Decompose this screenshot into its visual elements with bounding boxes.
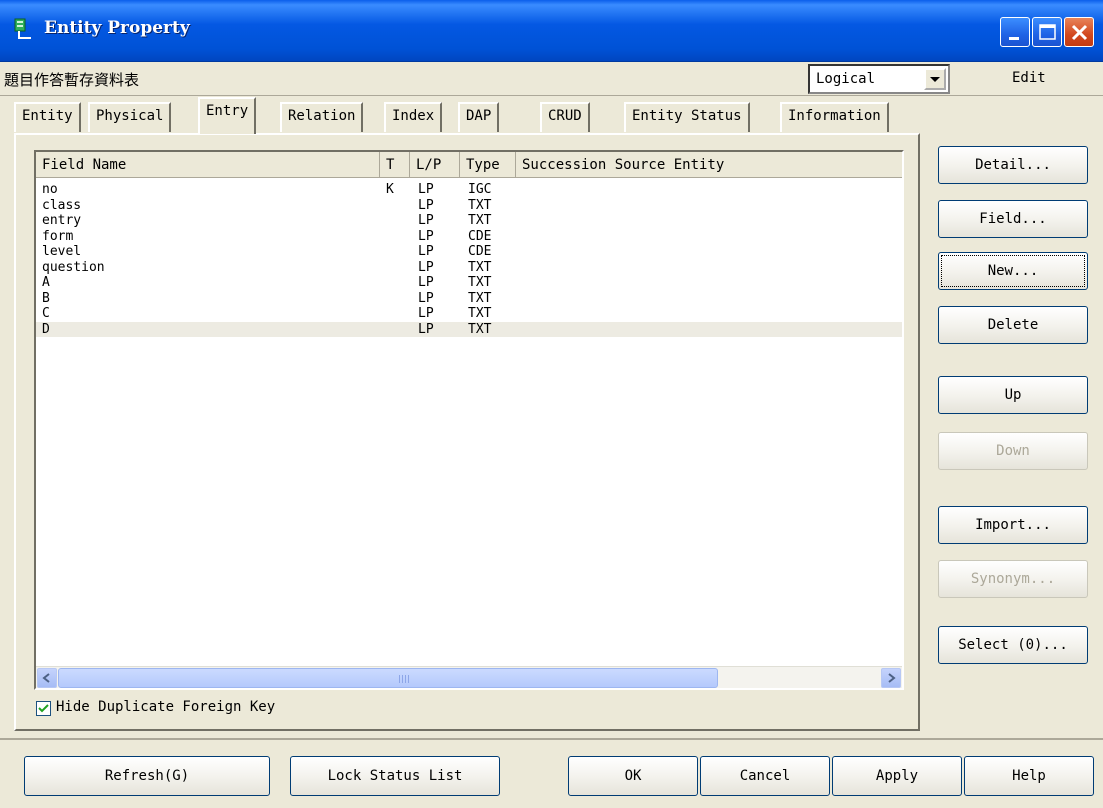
tab-crud[interactable]: CRUD: [540, 102, 590, 132]
synonym-button[interactable]: Synonym...: [938, 560, 1088, 598]
lp-cell: LP: [418, 197, 434, 213]
scroll-left-button[interactable]: [37, 668, 57, 688]
tab-index[interactable]: Index: [384, 102, 443, 132]
data-type-cell: IGC: [468, 182, 492, 197]
data-type-cell: TXT: [468, 197, 492, 213]
field-list[interactable]: Field Name T L/P Type Succession Source …: [34, 150, 904, 690]
list-header: Field Name T L/P Type Succession Source …: [36, 152, 902, 178]
column-header-type[interactable]: Type: [460, 152, 516, 178]
table-row[interactable]: B LP TXT: [36, 291, 902, 307]
tab-entity-status[interactable]: Entity Status: [624, 102, 750, 132]
dropdown-arrow-icon[interactable]: [924, 68, 946, 90]
table-row[interactable]: no K LP IGC: [36, 182, 902, 198]
data-type-cell: TXT: [468, 321, 492, 337]
import-button[interactable]: Import...: [938, 506, 1088, 544]
field-name-cell: C: [42, 306, 50, 321]
maximize-button[interactable]: [1032, 17, 1062, 47]
view-mode-value: Logical: [816, 71, 876, 87]
tab-dap[interactable]: DAP: [458, 102, 500, 132]
field-name-cell: entry: [42, 213, 82, 228]
table-row[interactable]: question LP TXT: [36, 260, 902, 276]
edit-button[interactable]: Edit: [1012, 70, 1046, 86]
column-header-t[interactable]: T: [380, 152, 410, 178]
table-row[interactable]: level LP CDE: [36, 244, 902, 260]
title-bar[interactable]: Entity Property: [0, 0, 1103, 62]
lock-status-list-button[interactable]: Lock Status List: [290, 756, 500, 796]
field-name-cell: class: [42, 197, 82, 213]
data-type-cell: TXT: [468, 275, 492, 290]
data-type-cell: TXT: [468, 213, 492, 228]
select-button[interactable]: Select (0)...: [938, 626, 1088, 664]
scroll-grip-icon: [399, 675, 409, 683]
list-rows: no K LP IGC class LP TXT entry LP TXT form LP CDE lev…: [36, 182, 902, 337]
hide-duplicate-fk-checkbox[interactable]: [36, 701, 51, 716]
hide-duplicate-fk-label: Hide Duplicate Foreign Key: [56, 699, 276, 715]
field-name-cell: no: [42, 182, 58, 197]
table-row[interactable]: D LP TXT: [36, 321, 902, 337]
data-type-cell: TXT: [468, 259, 492, 275]
lp-cell: LP: [418, 182, 434, 197]
entity-property-window: Entity Property 題目作答暫存資料表 Logical Edit E…: [0, 0, 1103, 808]
lp-cell: LP: [418, 321, 434, 337]
data-type-cell: TXT: [468, 306, 492, 321]
view-mode-select[interactable]: Logical: [808, 64, 950, 94]
close-button[interactable]: [1064, 17, 1094, 47]
lp-cell: LP: [418, 259, 434, 275]
minimize-button[interactable]: [1000, 17, 1030, 47]
scroll-right-button[interactable]: [881, 668, 901, 688]
new-button[interactable]: New...: [938, 252, 1088, 290]
detail-button[interactable]: Detail...: [938, 146, 1088, 184]
delete-button[interactable]: Delete: [938, 306, 1088, 344]
scrollbar-thumb[interactable]: [58, 668, 718, 688]
data-type-cell: TXT: [468, 290, 492, 306]
horizontal-scrollbar[interactable]: [36, 666, 902, 688]
window-title: Entity Property: [44, 18, 190, 38]
field-name-cell: form: [42, 228, 74, 244]
tab-physical[interactable]: Physical: [88, 102, 172, 132]
field-name-cell: D: [42, 321, 50, 337]
lp-cell: LP: [418, 213, 434, 228]
up-button[interactable]: Up: [938, 376, 1088, 414]
ok-button[interactable]: OK: [568, 756, 698, 796]
refresh-button[interactable]: Refresh(G): [24, 756, 270, 796]
lp-cell: LP: [418, 306, 434, 321]
field-name-cell: B: [42, 290, 50, 306]
key-type-cell: K: [386, 182, 394, 197]
field-name-cell: question: [42, 259, 105, 275]
tab-relation[interactable]: Relation: [280, 102, 364, 132]
field-button[interactable]: Field...: [938, 200, 1088, 238]
column-header-field-name[interactable]: Field Name: [36, 152, 380, 178]
column-header-lp[interactable]: L/P: [410, 152, 460, 178]
help-button[interactable]: Help: [964, 756, 1094, 796]
table-row[interactable]: class LP TXT: [36, 198, 902, 214]
column-header-succession-source[interactable]: Succession Source Entity: [516, 152, 902, 178]
tab-information[interactable]: Information: [780, 102, 889, 132]
apply-button[interactable]: Apply: [832, 756, 962, 796]
table-row[interactable]: A LP TXT: [36, 275, 902, 291]
tab-entry[interactable]: Entry: [198, 97, 257, 134]
lp-cell: LP: [418, 244, 434, 259]
entity-app-icon: [12, 18, 34, 42]
table-row[interactable]: entry LP TXT: [36, 213, 902, 229]
cancel-button[interactable]: Cancel: [700, 756, 830, 796]
lp-cell: LP: [418, 275, 434, 290]
lp-cell: LP: [418, 290, 434, 306]
data-type-cell: CDE: [468, 228, 492, 244]
table-row[interactable]: C LP TXT: [36, 306, 902, 322]
lp-cell: LP: [418, 228, 434, 244]
table-row[interactable]: form LP CDE: [36, 229, 902, 245]
tab-entity[interactable]: Entity: [14, 102, 81, 132]
down-button[interactable]: Down: [938, 432, 1088, 470]
data-type-cell: CDE: [468, 244, 492, 259]
field-name-cell: A: [42, 275, 50, 290]
field-name-cell: level: [42, 244, 82, 259]
entity-name-field[interactable]: 題目作答暫存資料表: [2, 66, 932, 94]
